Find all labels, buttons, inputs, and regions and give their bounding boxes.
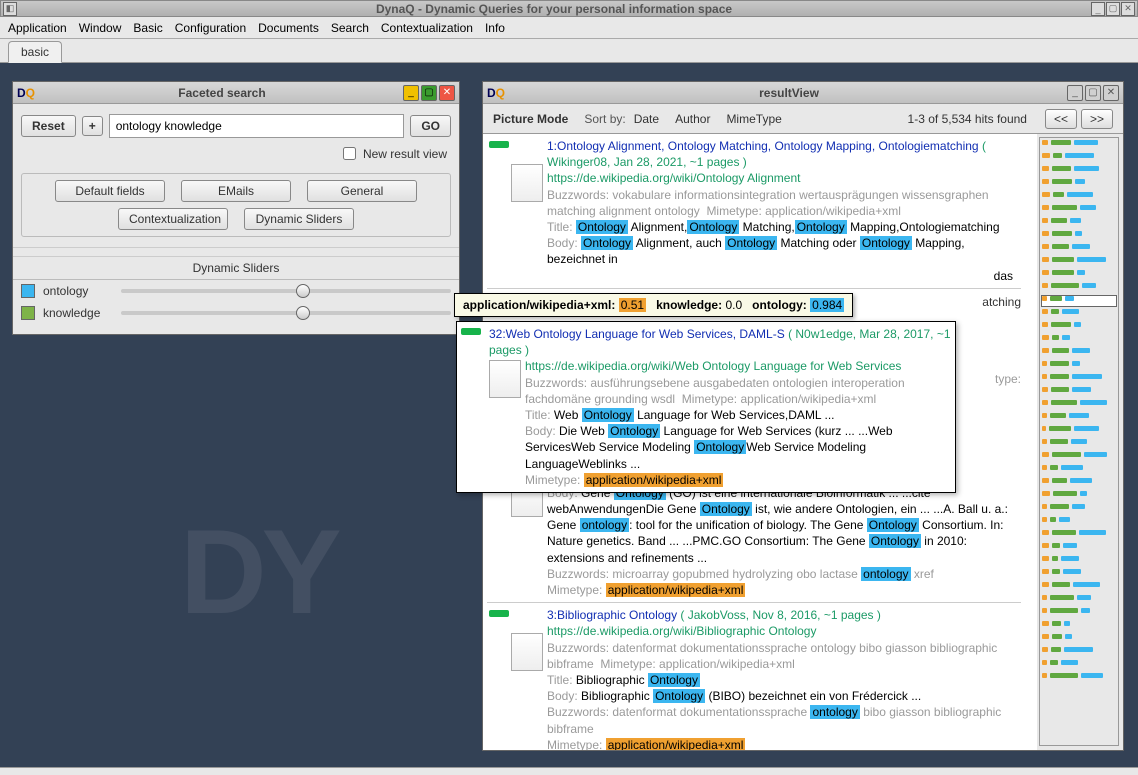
- app-menu-icon[interactable]: ◧: [3, 2, 17, 16]
- result-url[interactable]: https://de.wikipedia.org/wiki/Bibliograp…: [547, 623, 1019, 639]
- general-button[interactable]: General: [307, 180, 417, 202]
- add-button[interactable]: +: [82, 116, 103, 136]
- result-url[interactable]: https://de.wikipedia.org/wiki/Ontology A…: [547, 170, 1019, 186]
- result-item: 3:Bibliographic Ontology ( JakobVoss, No…: [487, 602, 1021, 750]
- status-bar: [0, 767, 1138, 775]
- menu-basic[interactable]: Basic: [133, 21, 162, 35]
- sort-mimetype[interactable]: MimeType: [726, 112, 781, 126]
- result-titlebar: DQ resultView _ ▢ ✕: [483, 82, 1123, 104]
- default-fields-button[interactable]: Default fields: [55, 180, 165, 202]
- go-button[interactable]: GO: [410, 115, 451, 137]
- document-icon: [511, 633, 543, 671]
- result-title: resultView: [511, 86, 1067, 100]
- result-title-link[interactable]: 3:Bibliographic Ontology: [547, 608, 677, 622]
- menu-info[interactable]: Info: [485, 21, 505, 35]
- document-icon: [489, 360, 521, 398]
- score-tooltip: application/wikipedia+xml: 0.51 knowledg…: [454, 293, 853, 317]
- close-button[interactable]: ✕: [1121, 2, 1135, 16]
- knowledge-slider-thumb[interactable]: [296, 306, 310, 320]
- sort-author[interactable]: Author: [675, 112, 710, 126]
- search-input[interactable]: [109, 114, 405, 138]
- faceted-title: Faceted search: [41, 86, 403, 100]
- sliders-title: Dynamic Sliders: [13, 257, 459, 280]
- document-icon: [511, 164, 543, 202]
- result-minimize-button[interactable]: _: [1067, 85, 1083, 101]
- new-result-view-label: New result view: [363, 147, 447, 161]
- menu-window[interactable]: Window: [79, 21, 122, 35]
- menubar: Application Window Basic Configuration D…: [0, 17, 1138, 39]
- result-item: 1:Ontology Alignment, Ontology Matching,…: [487, 134, 1021, 288]
- picture-mode-button[interactable]: Picture Mode: [493, 112, 568, 126]
- content-area: DY DQ Faceted search _ ▢ ✕ Reset + GO: [0, 63, 1138, 767]
- sortby-label: Sort by:: [584, 112, 625, 126]
- sort-date[interactable]: Date: [634, 112, 659, 126]
- result-url[interactable]: https://de.wikipedia.org/wiki/Web Ontolo…: [525, 358, 951, 374]
- splitter[interactable]: [13, 247, 459, 257]
- maximize-button[interactable]: ▢: [1106, 2, 1120, 16]
- faceted-minimize-button[interactable]: _: [403, 85, 419, 101]
- ontology-slider[interactable]: [121, 289, 451, 293]
- knowledge-slider-label: knowledge: [43, 306, 113, 320]
- app-window: ◧ DynaQ - Dynamic Queries for your perso…: [0, 0, 1138, 775]
- tabbar: basic: [0, 39, 1138, 63]
- minimap-column[interactable]: /* populated below to keep template clea…: [1039, 137, 1119, 746]
- menu-search[interactable]: Search: [331, 21, 369, 35]
- window-title: DynaQ - Dynamic Queries for your persona…: [17, 2, 1091, 16]
- new-result-view-checkbox[interactable]: [343, 147, 356, 160]
- menu-configuration[interactable]: Configuration: [175, 21, 246, 35]
- tab-basic[interactable]: basic: [8, 41, 62, 63]
- faceted-search-window: DQ Faceted search _ ▢ ✕ Reset + GO New r…: [12, 81, 460, 335]
- result-toolbar: Picture Mode Sort by: Date Author MimeTy…: [483, 104, 1123, 134]
- contextualization-button[interactable]: Contextualization: [118, 208, 228, 230]
- emails-button[interactable]: EMails: [181, 180, 291, 202]
- ontology-slider-thumb[interactable]: [296, 284, 310, 298]
- relevance-bar: [489, 141, 509, 148]
- ontology-swatch: [21, 284, 35, 298]
- relevance-bar: [489, 610, 509, 617]
- dynamic-sliders-button[interactable]: Dynamic Sliders: [244, 208, 354, 230]
- minimize-button[interactable]: _: [1091, 2, 1105, 16]
- dynaq-logo-icon: DQ: [487, 86, 505, 100]
- knowledge-swatch: [21, 306, 35, 320]
- background-logo: DY: [180, 503, 337, 641]
- relevance-bar: [461, 328, 481, 335]
- menu-contextualization[interactable]: Contextualization: [381, 21, 473, 35]
- next-page-button[interactable]: >>: [1081, 109, 1113, 129]
- dynaq-logo-icon: DQ: [17, 86, 35, 100]
- result-title-link[interactable]: 32:Web Ontology Language for Web Service…: [489, 327, 785, 341]
- knowledge-slider[interactable]: [121, 311, 451, 315]
- faceted-close-button[interactable]: ✕: [439, 85, 455, 101]
- reset-button[interactable]: Reset: [21, 115, 76, 137]
- ontology-slider-label: ontology: [43, 284, 113, 298]
- menu-documents[interactable]: Documents: [258, 21, 319, 35]
- menu-application[interactable]: Application: [8, 21, 67, 35]
- result-maximize-button[interactable]: ▢: [1085, 85, 1101, 101]
- hits-info: 1-3 of 5,534 hits found: [908, 112, 1027, 126]
- floating-result-card[interactable]: 32:Web Ontology Language for Web Service…: [456, 321, 956, 493]
- faceted-titlebar: DQ Faceted search _ ▢ ✕: [13, 82, 459, 104]
- faceted-maximize-button[interactable]: ▢: [421, 85, 437, 101]
- titlebar: ◧ DynaQ - Dynamic Queries for your perso…: [0, 0, 1138, 17]
- result-title-link[interactable]: 1:Ontology Alignment, Ontology Matching,…: [547, 139, 979, 153]
- prev-page-button[interactable]: <<: [1045, 109, 1077, 129]
- result-close-button[interactable]: ✕: [1103, 85, 1119, 101]
